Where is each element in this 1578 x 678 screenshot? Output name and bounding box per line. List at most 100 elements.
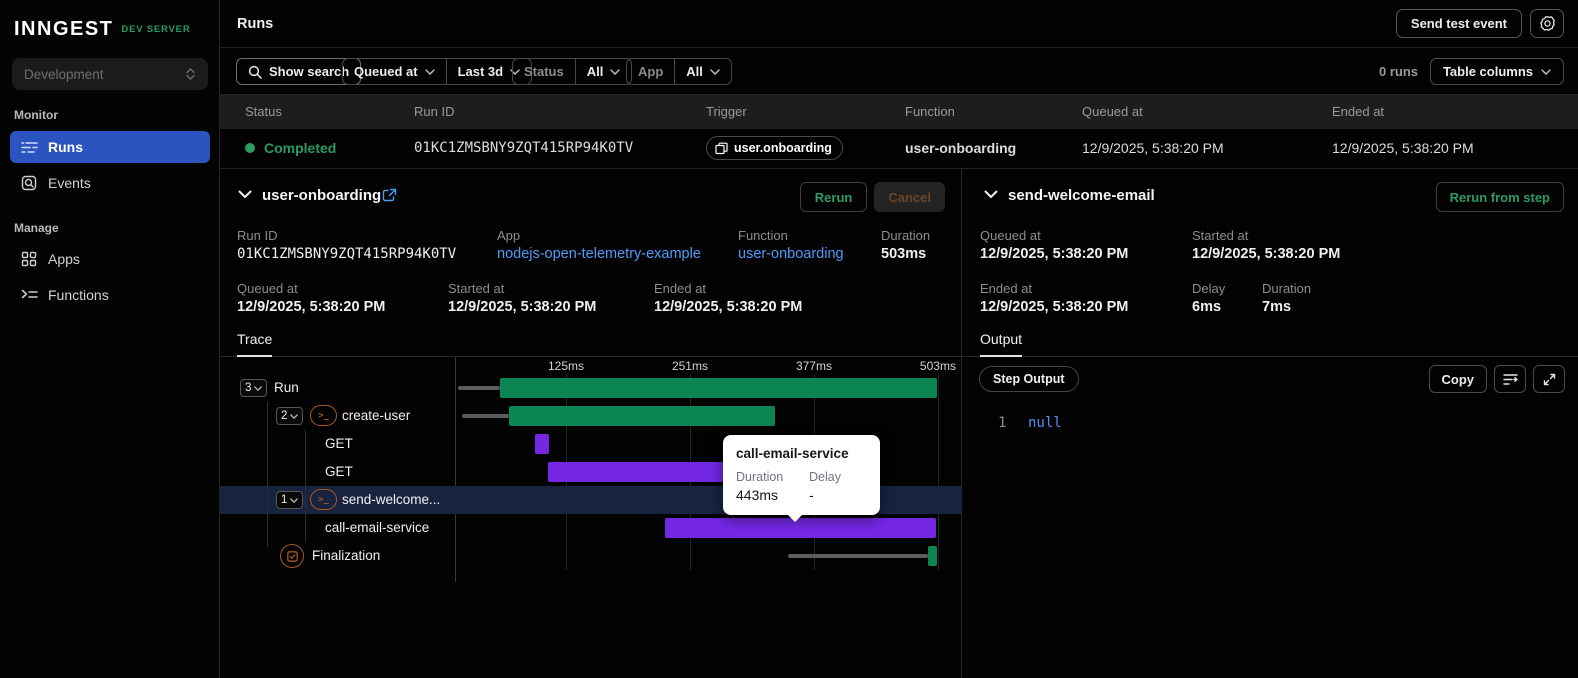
step-delay-label: Delay — [1192, 281, 1226, 296]
event-trigger-icon — [715, 142, 728, 154]
sidebar-item-events[interactable]: Events — [10, 167, 210, 199]
tooltip-duration-label: Duration — [736, 470, 784, 484]
table-row[interactable]: Completed 01KC1ZMSBNY9ZQT415RP94K0TV use… — [220, 129, 1578, 169]
trace-row-finalization[interactable]: Finalization — [220, 542, 962, 570]
column-header-trigger: Trigger — [706, 104, 747, 119]
app-filter-label: App — [638, 64, 664, 79]
tooltip-delay-label: Delay — [809, 470, 841, 484]
trace-row-label: GET — [325, 464, 353, 479]
step-output-chip[interactable]: Step Output — [979, 366, 1079, 392]
output-value: null — [1028, 415, 1062, 431]
environment-select-value: Development — [24, 66, 104, 82]
tab-output[interactable]: Output — [980, 331, 1023, 357]
tooltip-delay-value: - — [809, 487, 814, 503]
expand-toggle[interactable]: 3 — [240, 379, 268, 397]
expand-icon — [1543, 373, 1555, 385]
trigger-cell: user.onboarding — [706, 136, 843, 160]
runs-icon — [20, 138, 38, 156]
line-number: 1 — [998, 415, 1007, 431]
function-cell: user-onboarding — [905, 140, 1017, 156]
app-filter-group: App All — [626, 58, 732, 85]
trigger-name: user.onboarding — [734, 141, 832, 155]
chevron-down-icon — [424, 68, 435, 75]
step-duration-value: 7ms — [1262, 299, 1292, 315]
tab-trace[interactable]: Trace — [237, 331, 273, 357]
duration-label: Duration — [881, 228, 931, 243]
sidebar-item-events-label: Events — [48, 175, 91, 191]
chevron-down-icon — [254, 385, 263, 391]
output-tabbar: Output — [962, 329, 1578, 357]
sidebar-item-functions[interactable]: Functions — [10, 279, 210, 311]
run-id-value: 01KC1ZMSBNY9ZQT415RP94K0TV — [237, 246, 457, 262]
trace-row-label: call-email-service — [325, 520, 430, 535]
trace-row-create-user[interactable]: 2 >_ create-user — [220, 402, 962, 430]
expand-toggle[interactable]: 1 — [276, 491, 304, 509]
tree-line — [305, 430, 306, 542]
app-link[interactable]: nodejs-open-telemetry-example — [497, 246, 701, 262]
span-bar[interactable] — [508, 406, 775, 426]
axis-tick-label: 377ms — [795, 359, 832, 373]
trace-row-call-email-service[interactable]: call-email-service — [220, 514, 962, 542]
table-columns-button[interactable]: Table columns — [1429, 58, 1564, 85]
queued-at-cell: 12/9/2025, 5:38:20 PM — [1082, 140, 1224, 156]
logo-row: INNGEST DEV SERVER — [0, 0, 219, 41]
topbar: Runs Send test event — [220, 0, 1578, 48]
step-started-label: Started at — [1192, 228, 1249, 243]
status-filter-dropdown[interactable]: All — [576, 59, 632, 84]
span-bar[interactable] — [535, 434, 550, 454]
queue-delay-line — [461, 414, 509, 418]
environment-select[interactable]: Development — [12, 58, 208, 90]
trace-row-label: Finalization — [312, 548, 381, 563]
status-dot-icon — [245, 143, 255, 153]
axis-tick-label: 125ms — [547, 359, 585, 373]
step-started-value: 12/9/2025, 5:38:20 PM — [1192, 246, 1341, 262]
started-at-value: 12/9/2025, 5:38:20 PM — [448, 299, 597, 315]
step-terminal-icon: >_ — [310, 405, 337, 426]
sidebar-item-apps[interactable]: Apps — [10, 243, 210, 275]
expand-button[interactable] — [1533, 365, 1565, 393]
inngest-logo: INNGEST — [14, 18, 114, 40]
finalization-check-icon — [280, 544, 304, 568]
run-id-label: Run ID — [237, 228, 278, 243]
send-test-event-button[interactable]: Send test event — [1395, 9, 1522, 38]
chevron-down-icon — [290, 413, 299, 419]
copy-button[interactable]: Copy — [1428, 365, 1487, 393]
manage-section-label: Manage — [14, 221, 59, 235]
rerun-button[interactable]: Rerun — [799, 182, 868, 212]
step-terminal-icon: >_ — [310, 489, 337, 510]
cancel-button[interactable]: Cancel — [874, 182, 945, 212]
external-link-icon[interactable] — [382, 188, 397, 203]
step-delay-value: 6ms — [1192, 299, 1222, 315]
collapse-step-button[interactable] — [982, 188, 1000, 201]
functions-icon — [20, 286, 38, 304]
queued-at-value: 12/9/2025, 5:38:20 PM — [237, 299, 386, 315]
dev-server-badge: DEV SERVER — [121, 24, 191, 35]
collapse-run-button[interactable] — [236, 188, 254, 201]
trigger-pill[interactable]: user.onboarding — [706, 136, 843, 160]
time-filter-group: Queued at Last 3d — [342, 58, 533, 85]
rerun-from-step-button[interactable]: Rerun from step — [1435, 182, 1564, 212]
span-bar[interactable] — [928, 546, 937, 566]
step-detail-title: send-welcome-email — [1008, 187, 1155, 204]
queued-at-dropdown[interactable]: Queued at — [343, 59, 446, 84]
queued-at-dropdown-label: Queued at — [354, 64, 418, 79]
function-label: Function — [738, 228, 788, 243]
app-filter-dropdown[interactable]: All — [675, 59, 731, 84]
queue-delay-line — [457, 386, 501, 390]
main-content: Runs Send test event Show search Queued … — [220, 0, 1578, 678]
expand-toggle[interactable]: 2 — [276, 407, 304, 425]
sidebar-item-runs[interactable]: Runs — [10, 131, 210, 163]
trace-tabbar: Trace — [220, 329, 961, 357]
trace-row-run[interactable]: 3 Run — [220, 374, 962, 402]
span-bar[interactable] — [500, 378, 937, 398]
function-link[interactable]: user-onboarding — [738, 246, 844, 262]
status-label: Completed — [264, 140, 337, 156]
trace-row-label: GET — [325, 436, 353, 451]
search-icon — [248, 65, 262, 79]
step-ended-value: 12/9/2025, 5:38:20 PM — [980, 299, 1129, 315]
word-wrap-button[interactable] — [1494, 365, 1526, 393]
settings-button[interactable] — [1530, 9, 1564, 38]
sidebar: INNGEST DEV SERVER Development Monitor R… — [0, 0, 220, 678]
tooltip-title: call-email-service — [736, 446, 849, 461]
tooltip-duration-value: 443ms — [736, 487, 779, 503]
